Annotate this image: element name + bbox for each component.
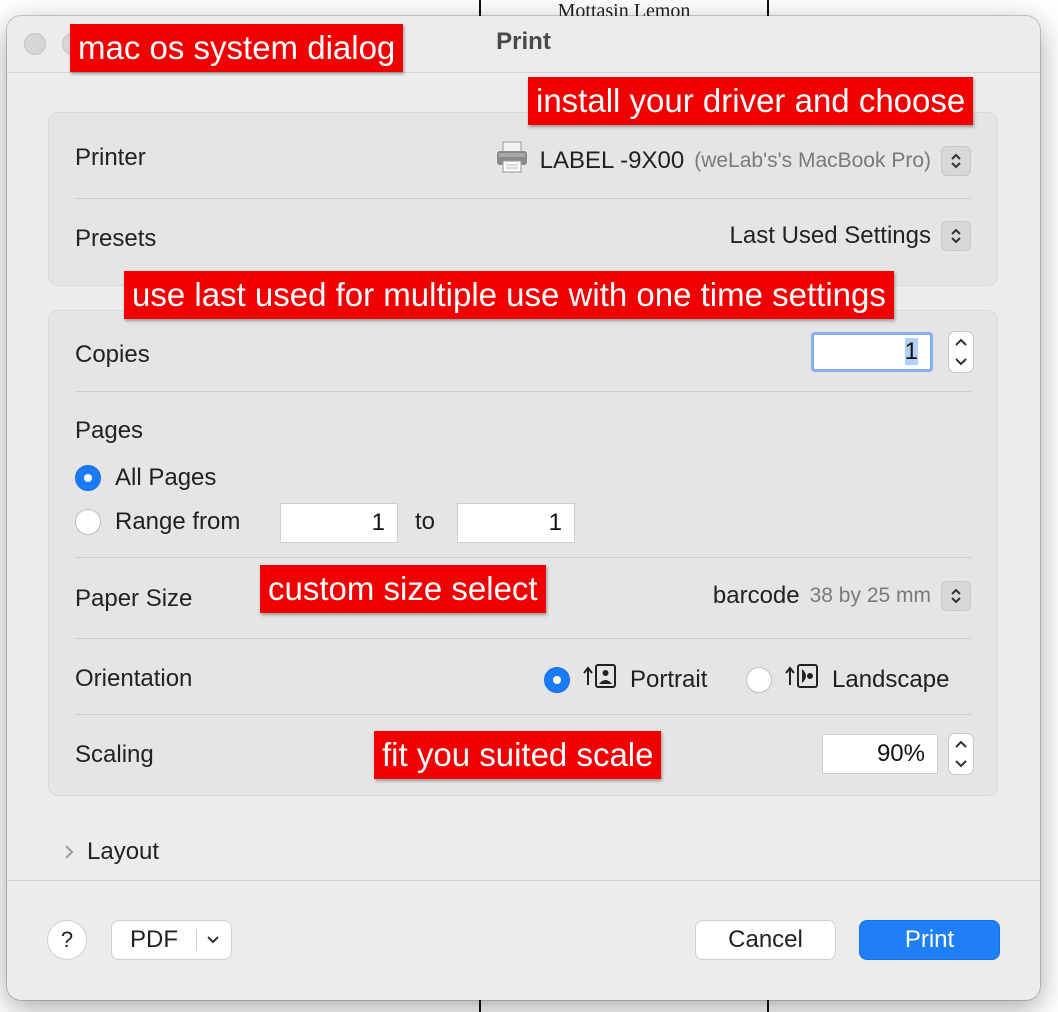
panel-divider [75,714,971,715]
footer-divider [7,880,1040,881]
paper-size-detail: 38 by 25 mm [809,584,931,607]
paper-size-label: Paper Size [75,585,193,612]
scaling-label: Scaling [75,741,154,768]
chevron-up-icon[interactable] [955,740,967,748]
chevron-up-icon[interactable] [955,338,967,346]
pdf-label: PDF [130,926,178,953]
landscape-label: Landscape [832,665,950,693]
chevron-down-icon[interactable] [955,760,967,768]
scaling-stepper[interactable] [948,733,974,775]
portrait-option[interactable]: Portrait [544,663,707,696]
portrait-icon [582,663,618,696]
landscape-radio[interactable] [746,666,772,693]
range-label: Range from [115,508,241,535]
annotation-scale: fit you suited scale [374,731,662,779]
pages-label: Pages [75,417,144,444]
paper-size-select[interactable]: barcode 38 by 25 mm [713,581,971,611]
layout-label: Layout [87,838,160,865]
updown-chevron-icon [941,145,971,176]
copies-label: Copies [75,341,150,368]
annotation-custom-size: custom size select [260,565,546,613]
scaling-input[interactable]: 90% [822,734,938,774]
range-to-input[interactable]: 1 [457,503,575,543]
cancel-button[interactable]: Cancel [695,920,836,960]
printer-name: LABEL -9X00 [539,146,685,174]
all-pages-option[interactable]: All Pages [75,464,216,492]
copies-stepper[interactable] [948,331,974,373]
panel-divider [75,638,971,639]
annotation-driver: install your driver and choose [528,77,974,125]
updown-chevron-icon [941,581,971,611]
portrait-radio[interactable] [544,666,570,693]
range-to-label: to [415,508,436,535]
pdf-menu-button[interactable]: PDF [111,920,232,960]
printer-panel: Printer LABEL -9X00 (weLab's's MacBook P… [48,112,998,286]
range-radio[interactable] [75,509,101,535]
copies-value: 1 [904,338,918,365]
printer-host: (weLab's's MacBook Pro) [694,148,931,172]
portrait-label: Portrait [630,665,708,693]
help-button[interactable]: ? [47,920,87,960]
range-from-input[interactable]: 1 [280,503,398,543]
printer-icon [494,139,530,182]
updown-chevron-icon [941,221,971,251]
presets-select[interactable]: Last Used Settings [730,221,971,251]
landscape-option[interactable]: Landscape [746,663,949,696]
panel-divider [75,198,971,199]
chevron-down-icon[interactable] [206,935,220,945]
chevron-down-icon[interactable] [955,358,967,366]
settings-panel: Copies 1 Pages All Pages Range from 1 to… [48,310,998,796]
paper-size-value: barcode [712,582,800,609]
range-option[interactable]: Range from [75,508,240,536]
layout-disclosure[interactable]: Layout [63,838,159,866]
panel-divider [75,391,971,392]
chevron-right-icon [65,845,74,859]
printer-select[interactable]: LABEL -9X00 (weLab's's MacBook Pro) [494,139,971,182]
all-pages-radio[interactable] [75,465,101,491]
landscape-icon [784,663,820,696]
print-button[interactable]: Print [859,920,1000,960]
all-pages-label: All Pages [115,464,217,491]
presets-label: Presets [75,225,157,252]
pdf-separator [196,929,197,951]
printer-label: Printer [75,144,146,171]
annotation-dialog: mac os system dialog [70,24,404,72]
copies-input[interactable]: 1 [811,332,933,372]
print-dialog: Print Printer LABEL -9X00 (weLab's's Mac… [7,16,1040,1000]
panel-divider [75,557,971,558]
annotation-last-used: use last used for multiple use with one … [124,271,894,319]
orientation-label: Orientation [75,665,193,692]
presets-value: Last Used Settings [729,222,931,249]
